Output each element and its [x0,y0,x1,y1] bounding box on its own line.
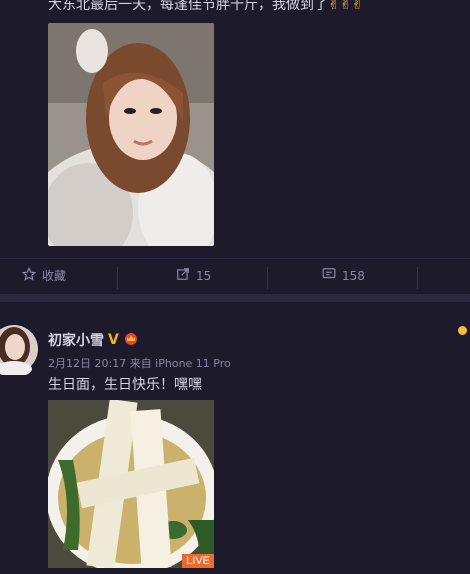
star-icon [21,266,37,284]
post-action-bar: 收藏 15 158 [0,258,470,295]
selfie-image [48,23,214,246]
feed-divider [0,294,470,302]
victory-hands-emoji: ✌✌✌ [328,0,364,13]
verified-badge: V [108,332,119,348]
notification-dot-icon [458,326,467,335]
author-name[interactable]: 初家小雪 [48,330,104,350]
share-icon [176,267,190,284]
comment-icon [322,267,336,284]
favorite-label: 收藏 [42,269,67,283]
post-text-top: 大东北最后一天，每逢佳节胖十斤，我做到了✌✌✌ [48,0,468,14]
comment-count: 158 [342,268,365,283]
action-separator [267,267,268,289]
crown-badge-icon [123,331,139,349]
noodle-soup-image [48,400,214,568]
post-photo-noodles[interactable]: LIVE [48,400,214,568]
action-separator [117,267,118,289]
repost-button[interactable]: 15 [176,267,211,284]
live-badge: LIVE [182,554,214,568]
action-separator [417,267,418,289]
favorite-button[interactable]: 收藏 [21,266,67,284]
avatar[interactable] [0,323,38,375]
author-name-row: 初家小雪 V [48,330,139,350]
repost-count: 15 [196,268,212,283]
post-photo-selfie[interactable] [48,23,214,246]
post-meta: 2月12日 20:17 来自 iPhone 11 Pro [48,357,231,370]
comment-button[interactable]: 158 [322,267,365,284]
post-text-body: 大东北最后一天，每逢佳节胖十斤，我做到了 [48,0,328,13]
post-text: 生日面，生日快乐！嘿嘿 [48,377,202,393]
